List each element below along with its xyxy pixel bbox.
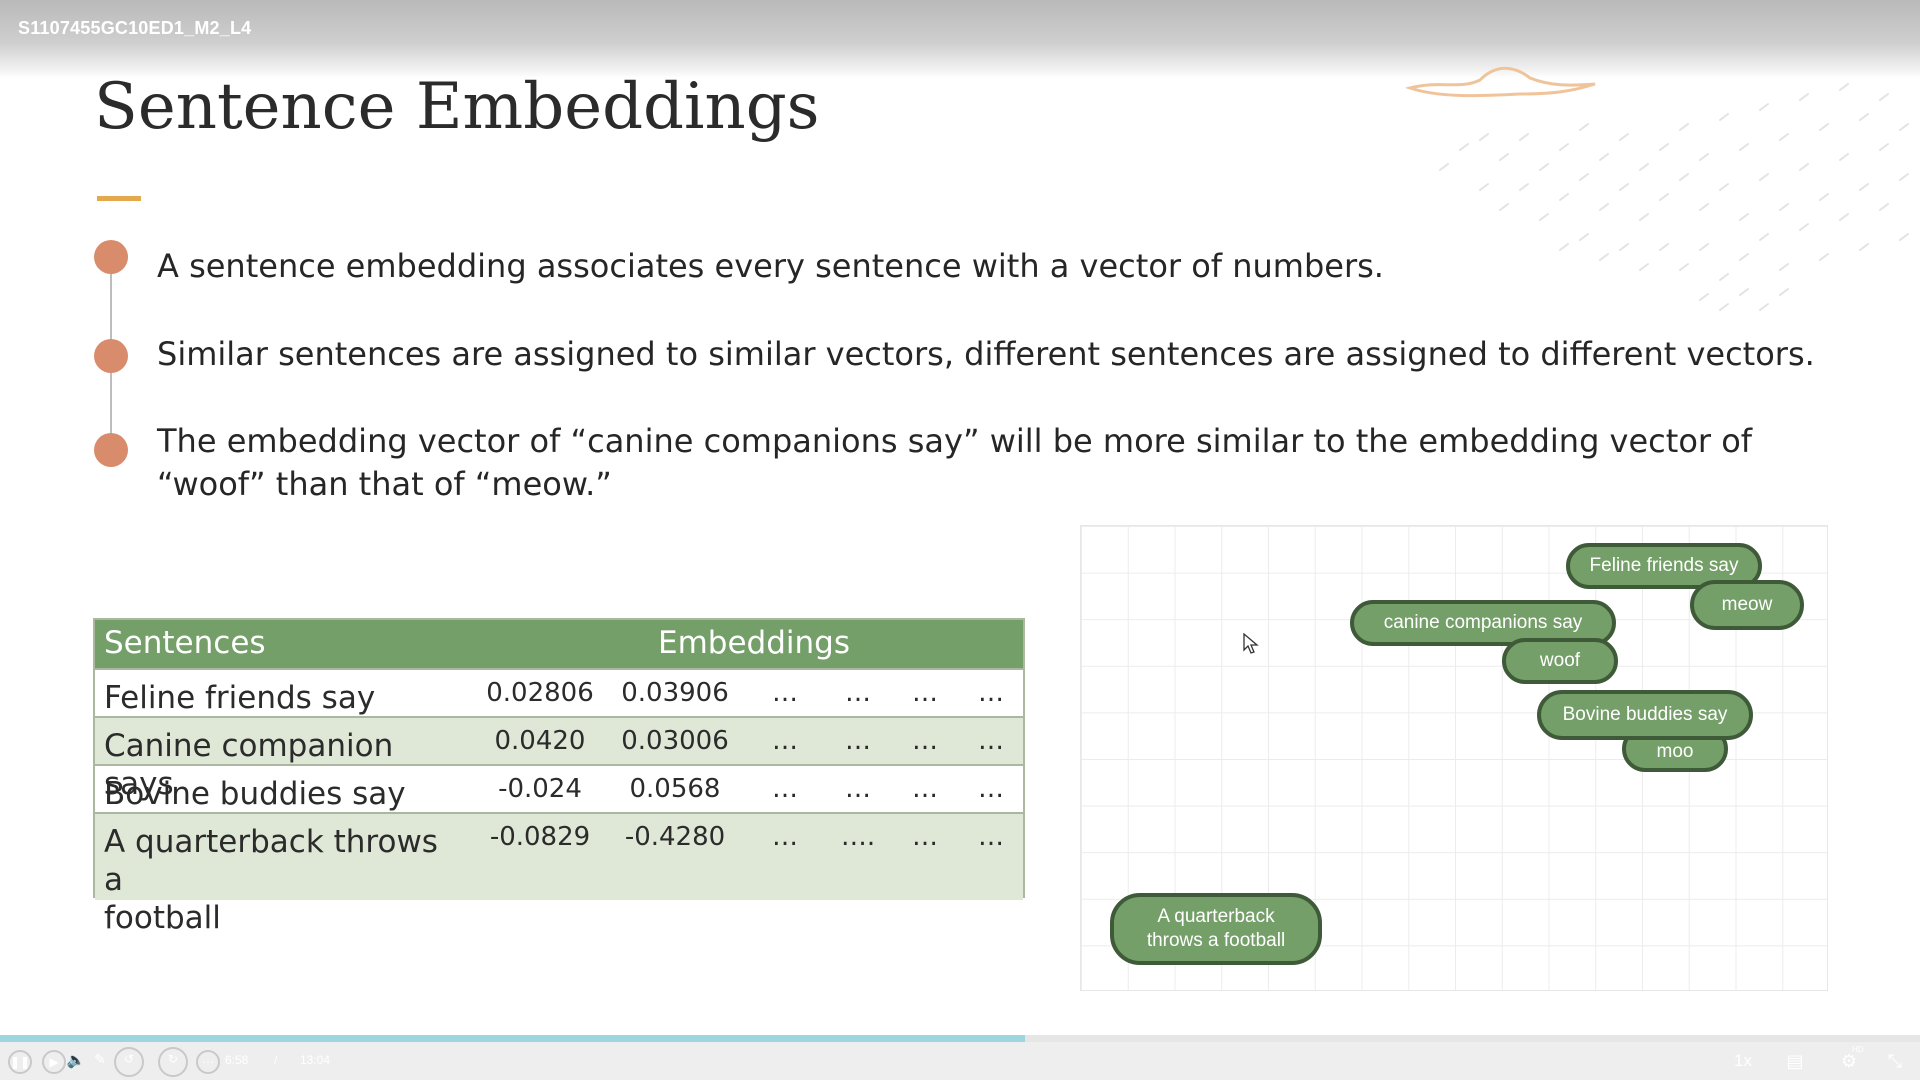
time-separator: / [274,1053,278,1067]
rewind-button[interactable]: ↺ [114,1047,144,1077]
embedding-value: 0.0568 [629,774,721,804]
captions-pen-icon[interactable]: ✎ [88,1050,112,1074]
bullet-text: The embedding vector of “canine companio… [157,422,1753,460]
forward-button[interactable]: ↻ [158,1047,188,1077]
embedding-value: … [845,726,871,756]
bullet-marker [94,339,128,373]
volume-button[interactable]: 🔈 [64,1050,88,1074]
embedding-value: -0.4280 [624,822,726,852]
embedding-value: -0.024 [498,774,582,804]
mouse-cursor-icon [1243,633,1259,654]
embedding-value: … [845,678,871,708]
playback-speed-button[interactable]: 1x [1734,1051,1752,1071]
captions-icon[interactable]: ▤ [1784,1051,1806,1072]
column-header-embeddings: Embeddings [658,625,850,661]
embedding-value: … [772,678,798,708]
plot-label-bovine: Bovine buddies say [1537,690,1753,740]
embedding-value: … [912,678,938,708]
plot-label-meow: meow [1690,580,1804,630]
bullet-text: A sentence embedding associates every se… [157,247,1384,285]
slide-title: Sentence Embeddings [94,70,820,144]
bullet-marker [94,433,128,467]
sentence-cell: Bovine buddies say [104,776,406,812]
video-progress-fill [0,1035,1026,1042]
playback-menu-icon[interactable]: ⋯ [196,1050,220,1074]
embedding-value: … [772,822,798,852]
table-row: Feline friends say 0.02806 0.03906 … … …… [95,668,1023,716]
embedding-value: … [978,678,1004,708]
embedding-value: … [772,726,798,756]
embedding-value: 0.02806 [486,678,594,708]
total-time: 13:04 [300,1053,331,1067]
embedding-value: … [772,774,798,804]
embedding-value: … [978,822,1004,852]
sentence-line: football [104,900,221,936]
plot-label-line: A quarterback [1157,906,1275,927]
embedding-value: … [845,774,871,804]
table-row: Bovine buddies say -0.024 0.0568 … … … … [95,764,1023,812]
course-id: S1107455GC10ED1_M2_L4 [18,18,252,38]
column-header-sentences: Sentences [104,625,266,661]
bullet-text: Similar sentences are assigned to simila… [157,335,1815,373]
embedding-value: … [912,774,938,804]
top-bar: S1107455GC10ED1_M2_L4 [0,0,1920,78]
title-underline [97,196,141,201]
sentence-line: A quarterback throws a [104,824,438,898]
embedding-value: -0.0829 [489,822,591,852]
pause-button[interactable]: ❚❚ [8,1050,32,1074]
current-time: 6:58 [225,1053,249,1067]
bullet-marker [94,240,128,274]
table-header: Sentences Embeddings [95,620,1023,668]
table-row: A quarterback throws a football -0.0829 … [95,812,1023,936]
sentence-cell: A quarterback throws a football [104,823,464,937]
settings-gear-icon[interactable]: ⚙ HD [1834,1045,1864,1072]
embedding-value: … [912,726,938,756]
embedding-value: … [912,822,938,852]
plot-label-quarterback: A quarterback throws a football [1110,893,1322,965]
plot-label-woof: woof [1502,638,1618,684]
plot-label-line: throws a football [1146,930,1286,951]
fullscreen-icon[interactable]: ⤡ [1884,1051,1906,1072]
video-progress-bar[interactable] [0,1035,1920,1042]
sentence-cell: Feline friends say [104,680,376,716]
embedding-value: … [978,774,1004,804]
hd-badge: HD [1852,1045,1864,1054]
table-row: Canine companion says 0.0420 0.03006 … …… [95,716,1023,802]
decorative-texture-icon [1439,83,1909,311]
embedding-value: … [978,726,1004,756]
embeddings-table: Sentences Embeddings Feline friends say … [93,618,1025,936]
play-icon[interactable]: ▶ [42,1050,66,1074]
embedding-value: …. [840,822,876,852]
bullet-text: “woof” than that of “meow.” [157,465,612,503]
embedding-value: 0.0420 [494,726,586,756]
player-controls: ❚❚ ▶ 🔈 ✎ ↺ ↻ ⋯ 6:58 / 13:04 1x ▤ ⚙ HD ⤡ [0,1042,1920,1080]
embedding-value: 0.03906 [621,678,729,708]
embedding-value: 0.03006 [621,726,729,756]
